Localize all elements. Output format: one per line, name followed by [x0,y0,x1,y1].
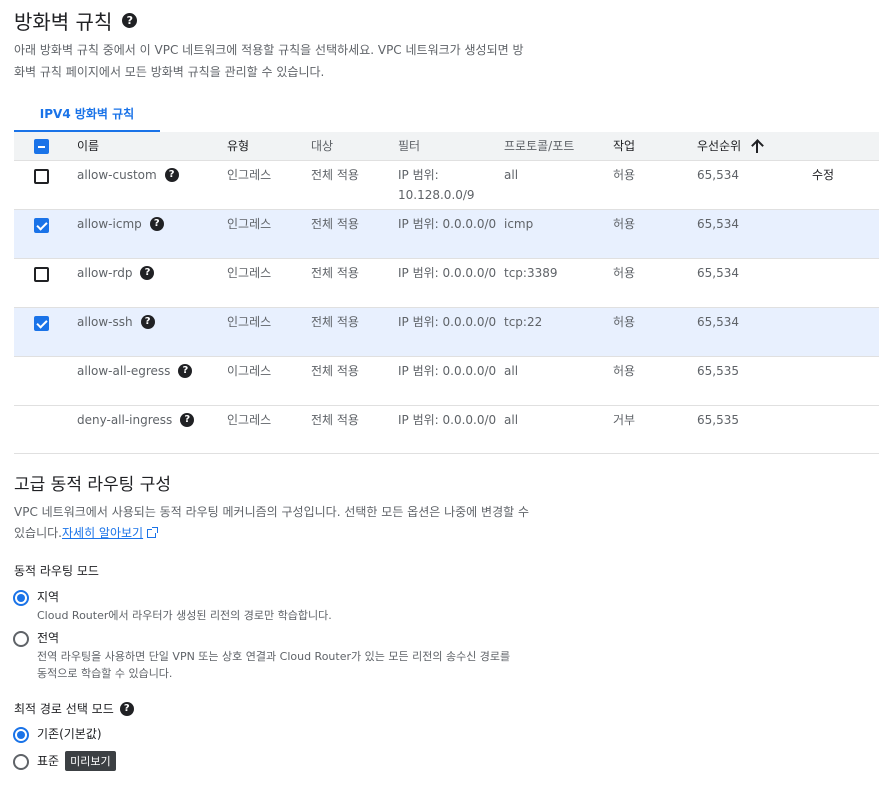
open-in-new-icon [147,527,159,538]
global-label: 전역 [37,631,60,645]
table-row: allow-rdp? 인그레스 전체 적용 IP 범위: 0.0.0.0/0 t… [14,258,879,307]
help-icon[interactable]: ? [122,13,138,28]
regional-label: 지역 [37,590,60,604]
rule-target: 전체 적용 [311,315,359,329]
column-header-protocol[interactable]: 프로토콜/포트 [504,136,574,156]
rule-protocol: all [504,364,519,378]
rule-type: 인그레스 [227,266,272,280]
rule-priority: 65,534 [697,315,739,329]
rule-priority: 65,534 [697,266,739,280]
help-icon[interactable]: ? [149,217,164,231]
column-header-name[interactable]: 이름 [77,136,99,156]
rule-filter: IP 범위: 0.0.0.0/0 [398,315,497,329]
rule-priority: 65,534 [697,217,739,231]
help-icon[interactable]: ? [180,413,195,427]
rule-target: 전체 적용 [311,364,359,378]
rule-target: 전체 적용 [311,168,359,182]
tab-label: IPV4 방화벽 규칙 [39,106,135,121]
table-row: allow-icmp? 인그레스 전체 적용 IP 범위: 0.0.0.0/0 … [14,209,879,258]
help-icon[interactable]: ? [119,701,134,716]
legacy-radio[interactable] [13,727,29,743]
table-row: deny-all-ingress? 인그레스 전체 적용 IP 범위: 0.0.… [14,405,879,454]
rule-priority: 65,534 [697,168,739,182]
row-checkbox[interactable] [34,218,49,233]
rule-priority: 65,535 [697,413,739,427]
rule-type: 인그레스 [227,168,272,182]
rule-protocol: icmp [504,217,534,231]
routing-title: 고급 동적 라우팅 구성 [14,475,171,495]
rule-action: 허용 [613,217,636,231]
column-header-target[interactable]: 대상 [311,136,333,156]
global-radio[interactable] [13,631,29,647]
rule-protocol: tcp:22 [504,315,543,329]
global-description: 전역 라우팅을 사용하면 단일 VPN 또는 상호 연결과 Cloud Rout… [37,650,511,680]
rule-filter: IP 범위: 0.0.0.0/0 [398,364,497,378]
rule-name: allow-custom? [77,165,179,185]
rule-type: 이그레스 [227,364,272,378]
rule-protocol: all [504,413,519,427]
rule-action: 허용 [613,315,636,329]
standard-label: 표준 미리보기 [37,751,116,771]
rule-name: allow-ssh? [77,312,155,332]
help-icon[interactable]: ? [164,168,179,182]
firewall-rules-table: 이름 유형 대상 필터 프로토콜/포트 작업 우선순위 allow-custom… [14,132,879,454]
preview-badge: 미리보기 [65,751,116,771]
routing-description: VPC 네트워크에서 사용되는 동적 라우팅 메커니즘의 구성입니다. 선택한 … [14,505,530,540]
rule-filter: IP 범위: 0.0.0.0/0 [398,266,497,280]
help-icon[interactable]: ? [140,266,155,280]
rule-filter: IP 범위: 0.0.0.0/0 [398,217,497,231]
select-all-checkbox[interactable] [34,139,49,154]
rule-priority: 65,535 [697,364,739,378]
learn-more-link[interactable]: 자세히 알아보기 [62,526,143,540]
row-checkbox[interactable] [34,267,49,282]
help-icon[interactable]: ? [140,315,155,329]
column-header-priority[interactable]: 우선순위 [697,136,763,156]
dynamic-routing-mode-label: 동적 라우팅 모드 [14,564,99,578]
regional-description: Cloud Router에서 라우터가 생성된 리전의 경로만 학습합니다. [37,609,332,622]
firewall-title-text: 방화벽 규칙 [14,10,113,34]
column-header-type[interactable]: 유형 [227,136,249,156]
rule-action: 허용 [613,364,636,378]
rule-action: 허용 [613,266,636,280]
priority-label: 우선순위 [697,139,742,153]
rule-target: 전체 적용 [311,413,359,427]
firewall-title: 방화벽 규칙 ? [14,6,138,35]
rule-filter: IP 범위: 0.0.0.0/0 [398,413,497,427]
rule-type: 인그레스 [227,413,272,427]
rule-target: 전체 적용 [311,217,359,231]
sort-ascending-icon[interactable] [751,139,763,153]
rule-name: allow-rdp? [77,263,155,283]
rule-action: 거부 [613,413,636,427]
rule-filter: IP 범위: 10.128.0.0/9 [398,168,475,202]
rule-protocol: all [504,168,519,182]
table-row: allow-custom? 인그레스 전체 적용 IP 범위: 10.128.0… [14,160,879,209]
rule-protocol: tcp:3389 [504,266,558,280]
rule-target: 전체 적용 [311,266,359,280]
column-header-filter[interactable]: 필터 [398,136,498,156]
help-icon[interactable]: ? [178,364,193,378]
best-path-mode-label: 최적 경로 선택 모드 ? [14,700,134,717]
table-row: allow-ssh? 인그레스 전체 적용 IP 범위: 0.0.0.0/0 t… [14,307,879,356]
tab-ipv4-firewall-rules[interactable]: IPV4 방화벽 규칙 [14,96,160,132]
row-checkbox[interactable] [34,169,49,184]
row-checkbox[interactable] [34,316,49,331]
rule-name: allow-all-egress? [77,361,193,381]
rule-name: allow-icmp? [77,214,164,234]
regional-radio[interactable] [13,590,29,606]
edit-button[interactable]: 수정 [812,165,834,185]
firewall-description: 아래 방화벽 규칙 중에서 이 VPC 네트워크에 적용할 규칙을 선택하세요.… [14,43,524,79]
rule-action: 허용 [613,168,636,182]
rule-type: 인그레스 [227,315,272,329]
table-header: 이름 유형 대상 필터 프로토콜/포트 작업 우선순위 [14,132,879,160]
rule-name: deny-all-ingress? [77,410,195,430]
rule-type: 인그레스 [227,217,272,231]
column-header-action[interactable]: 작업 [613,136,635,156]
standard-radio[interactable] [13,754,29,770]
table-row: allow-all-egress? 이그레스 전체 적용 IP 범위: 0.0.… [14,356,879,405]
legacy-label: 기존(기본값) [37,727,102,741]
